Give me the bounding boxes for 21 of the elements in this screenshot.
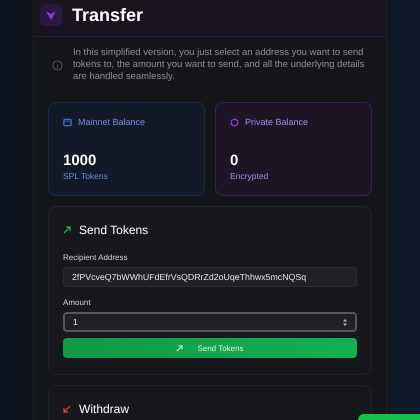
field-label: Recipient Address: [63, 253, 128, 262]
wallet-icon: [63, 118, 72, 126]
panel-title: Transfer: [72, 4, 144, 26]
card-title: Withdraw: [79, 402, 130, 416]
balance-amount: 0: [230, 152, 240, 169]
balance-unit: SPL Tokens: [63, 171, 109, 181]
arrow-down-left-icon: [63, 405, 71, 413]
spinner-icon[interactable]: [342, 318, 348, 326]
balance-label: Private Balance: [245, 117, 308, 127]
input-field[interactable]: 2fPVcveQ7bWWhUFdEfrVsQDRrZd2oUqeThhwx5mcNQSq: [63, 267, 357, 287]
balance-unit: Encrypted: [230, 171, 270, 181]
shield-icon: [230, 118, 239, 126]
card-title: Send Tokens: [79, 223, 148, 237]
input-field[interactable]: 1: [63, 312, 357, 332]
arrow-up-right-icon: [176, 344, 184, 352]
field-label: Amount: [63, 298, 92, 307]
info-text: In this simplified version, you just select an address you want to send tokens to, the amount you want to send, and all the underlying details are handled seamlessly.: [73, 47, 366, 83]
balance-label: Mainnet Balance: [78, 117, 146, 127]
balance-amount: 1000: [63, 152, 98, 169]
arrow-up-right-icon: [63, 226, 71, 234]
info-icon: [52, 60, 63, 70]
